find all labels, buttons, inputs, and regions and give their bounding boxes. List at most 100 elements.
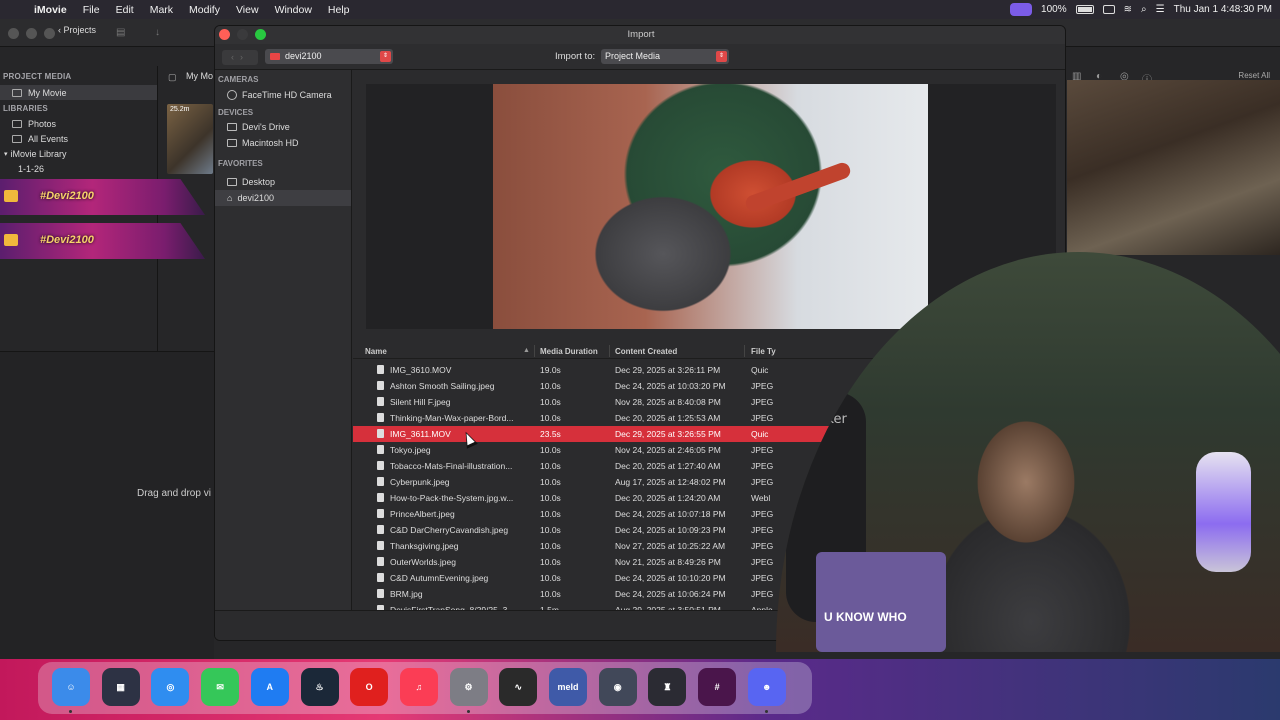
events-icon — [12, 134, 22, 143]
sidebar-item-my-movie[interactable]: My Movie — [0, 85, 157, 100]
import-arrow-icon[interactable]: ↓ — [155, 27, 160, 38]
dock-activity-monitor-icon[interactable]: ∿ — [499, 668, 538, 706]
stream-overlay-banner: #Devi2100 — [0, 223, 205, 259]
minimize-button[interactable] — [26, 28, 37, 39]
menu-bar: iMovie File Edit Mark Modify View Window… — [0, 0, 1280, 19]
file-type: JPEG — [751, 413, 774, 423]
devices-header: DEVICES — [218, 107, 254, 117]
dock-steam-icon[interactable]: ♨ — [300, 668, 339, 706]
file-icon — [377, 413, 384, 422]
sidebar-item-photos[interactable]: Photos — [0, 116, 157, 131]
column-type[interactable]: File Ty — [751, 347, 776, 356]
dock-slack-icon[interactable]: # — [698, 668, 737, 706]
sidebar-item-home[interactable]: ⌂ devi2100 — [215, 190, 351, 206]
menu-window[interactable]: Window — [267, 4, 320, 16]
file-icon — [377, 445, 384, 454]
dock-finder-icon[interactable]: ☺ — [52, 668, 90, 706]
overlay-handle: #Devi2100 — [40, 190, 94, 202]
dock-opera-icon[interactable]: O — [350, 668, 389, 706]
close-button[interactable] — [219, 29, 230, 40]
menu-view[interactable]: View — [228, 4, 267, 16]
sidebar-item-imovie-library[interactable]: ▾ iMovie Library — [0, 146, 157, 161]
menu-app-name[interactable]: iMovie — [26, 4, 75, 16]
sidebar-item-devis-drive[interactable]: Devi's Drive — [215, 120, 351, 136]
sidebar-item-all-events[interactable]: All Events — [0, 131, 157, 146]
reset-all-button[interactable]: Reset All — [1238, 71, 1270, 80]
close-button[interactable] — [8, 28, 19, 39]
sidebar-item-event[interactable]: 1-1-26 — [0, 161, 157, 176]
battery-icon[interactable] — [1075, 5, 1094, 14]
file-created: Dec 20, 2025 at 1:24:20 AM — [615, 493, 721, 503]
column-separator[interactable] — [744, 345, 745, 357]
timeline[interactable] — [0, 351, 214, 659]
dock-tor-icon[interactable]: ♜ — [648, 668, 687, 706]
dock-safari-icon[interactable]: ◎ — [151, 668, 190, 706]
file-created: Nov 24, 2025 at 2:46:05 PM — [615, 445, 721, 455]
clock[interactable]: Thu Jan 1 4:48:30 PM — [1174, 4, 1272, 15]
column-duration[interactable]: Media Duration — [540, 347, 598, 356]
file-type: JPEG — [751, 397, 774, 407]
dock-discord-icon[interactable]: ☻ — [747, 668, 786, 706]
column-name[interactable]: Name — [365, 347, 387, 356]
back-forward-buttons[interactable]: ‹› — [222, 50, 258, 65]
menu-help[interactable]: Help — [320, 4, 358, 16]
screen-recording-icon[interactable] — [1010, 3, 1033, 16]
grid-icon[interactable]: ▢ — [168, 72, 177, 83]
cameras-header: CAMERAS — [218, 75, 259, 84]
file-type: Quic — [751, 365, 769, 375]
menu-edit[interactable]: Edit — [108, 4, 142, 16]
file-name: C&D AutumnEvening.jpeg — [390, 573, 489, 583]
file-name: How-to-Pack-the-System.jpg.w... — [390, 493, 514, 503]
import-toolbar: ‹› devi2100 ⇕ Import to: Project Media ⇕ — [215, 44, 1065, 70]
projects-button[interactable]: Projects — [58, 25, 97, 35]
menu-file[interactable]: File — [75, 4, 108, 16]
file-type: JPEG — [751, 509, 774, 519]
column-separator[interactable] — [534, 345, 535, 357]
dock-obs-icon[interactable]: ◉ — [598, 668, 637, 706]
menu-mark[interactable]: Mark — [142, 4, 181, 16]
dock-app-store-icon[interactable]: A — [250, 668, 289, 706]
sort-ascending-icon[interactable]: ▲ — [523, 347, 530, 354]
sidebar-item-desktop[interactable]: Desktop — [215, 175, 351, 191]
dock-music-icon[interactable]: ♫ — [399, 668, 438, 706]
sidebar-item-label: FaceTime HD Camera — [242, 89, 332, 100]
tin-label: U KNOW WHO — [824, 610, 907, 624]
dock-launchpad-icon[interactable]: ▦ — [101, 668, 140, 706]
sidebar-item-macintosh-hd[interactable]: Macintosh HD — [215, 135, 351, 151]
column-created[interactable]: Content Created — [615, 347, 677, 356]
libraries-header: LIBRARIES — [3, 104, 48, 113]
clip-thumbnail[interactable]: 25.2m — [167, 104, 213, 174]
file-type: JPEG — [751, 445, 774, 455]
device-select[interactable]: devi2100 ⇕ — [265, 49, 393, 64]
wifi-icon[interactable]: ≋ — [1124, 4, 1132, 15]
display-icon[interactable] — [1102, 5, 1115, 14]
file-name: Silent Hill F.jpeg — [390, 397, 451, 407]
file-duration: 10.0s — [540, 445, 561, 455]
file-created: Dec 29, 2025 at 3:26:11 PM — [615, 365, 721, 375]
chevron-down-icon[interactable]: ▾ — [4, 150, 8, 158]
dock-system-settings-icon[interactable]: ⚙ — [449, 668, 488, 706]
sidebar-item-facetime-camera[interactable]: FaceTime HD Camera — [215, 87, 351, 103]
movie-icon — [12, 88, 22, 97]
file-duration: 23.5s — [540, 429, 561, 439]
favorites-header: FAVORITES — [218, 158, 263, 168]
menu-modify[interactable]: Modify — [181, 4, 228, 16]
file-duration: 10.0s — [540, 589, 561, 599]
file-icon — [377, 493, 384, 502]
file-created: Dec 20, 2025 at 1:25:53 AM — [615, 413, 721, 423]
zoom-button[interactable] — [44, 28, 55, 39]
dock-meld-icon[interactable]: meld — [549, 668, 587, 706]
file-icon — [377, 365, 384, 374]
sidebar-toggle-icon[interactable]: ▤ — [116, 27, 125, 38]
file-name: Tobacco-Mats-Final-illustration... — [390, 461, 513, 471]
search-icon[interactable]: ⌕ — [1141, 4, 1147, 15]
control-center-icon[interactable]: ☰ — [1156, 4, 1165, 15]
import-to-value: Project Media — [605, 51, 661, 61]
file-icon — [377, 525, 384, 534]
import-to-select[interactable]: Project Media ⇕ — [601, 49, 729, 64]
column-separator[interactable] — [609, 345, 610, 357]
file-type: JPEG — [751, 573, 774, 583]
dock-messages-icon[interactable]: ✉ — [201, 668, 240, 706]
tobacco-tin: U KNOW WHO — [816, 552, 946, 652]
zoom-button[interactable] — [255, 29, 266, 40]
